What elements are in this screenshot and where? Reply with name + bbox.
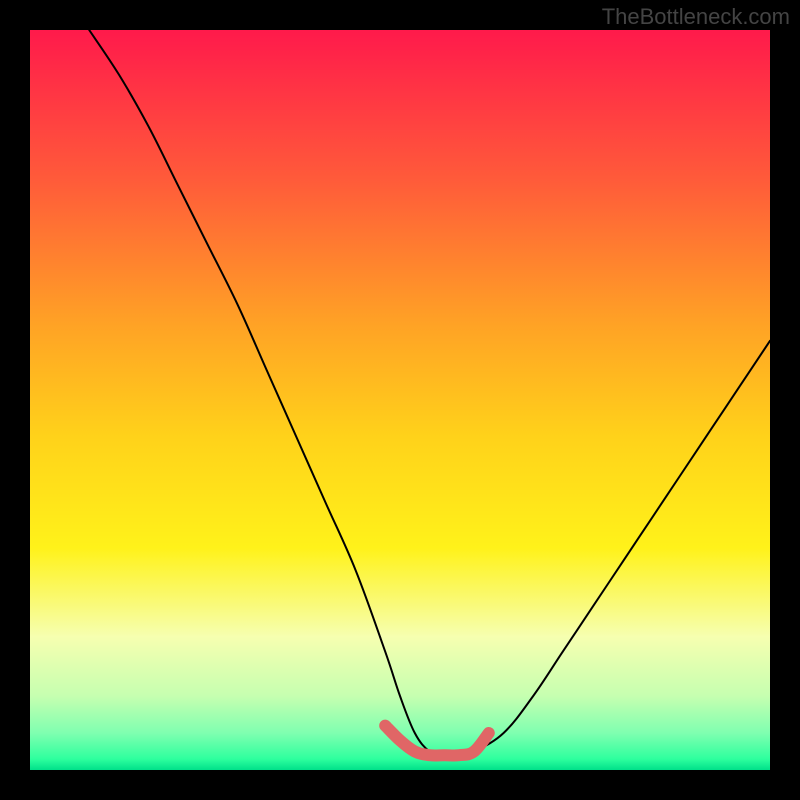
flat-bottom-segment — [385, 726, 489, 756]
curve-layer — [30, 30, 770, 770]
plot-area — [30, 30, 770, 770]
main-curve — [89, 30, 770, 756]
chart-frame: TheBottleneck.com — [0, 0, 800, 800]
watermark-text: TheBottleneck.com — [602, 4, 790, 30]
